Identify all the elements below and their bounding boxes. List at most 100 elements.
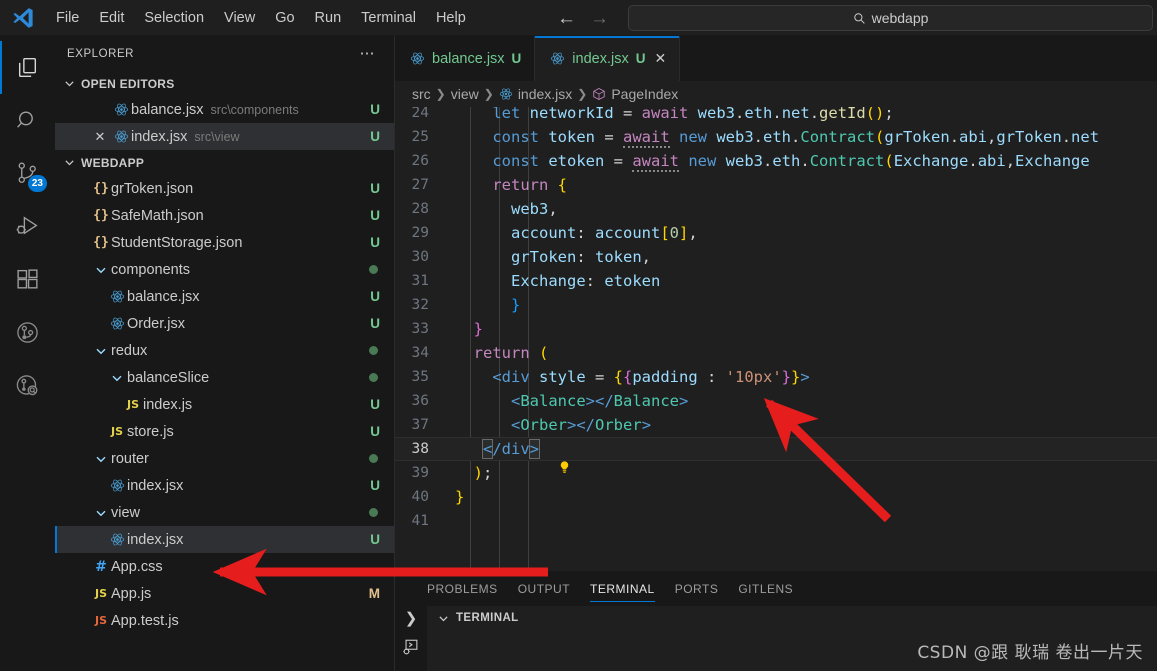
menu-file[interactable]: File	[46, 6, 89, 30]
open-editor-index-jsx[interactable]: ✕ index.jsx src\view U	[55, 123, 394, 150]
code-line: 35 <div style = {{padding : '10px'}}>	[395, 365, 1157, 389]
breadcrumb-item-index-jsx[interactable]: index.jsx	[499, 86, 572, 102]
folder-change-dot	[369, 454, 378, 463]
workbench-body: 23 EXPLORER ⋯ OPEN EDITORS balance.jsx s…	[0, 36, 1157, 671]
line-number: 27	[411, 177, 429, 193]
tree-file-index-jsx[interactable]: index.jsx U	[55, 472, 394, 499]
code-editor[interactable]: 24 let networkId = await web3.eth.net.ge…	[395, 107, 1157, 571]
breadcrumb: src ❯ view ❯ index.jsx ❯ PageIndex	[395, 81, 1157, 107]
code-line-text: }	[455, 488, 465, 506]
tree-item-label: router	[111, 450, 149, 467]
tree-item-label: redux	[111, 342, 148, 359]
git-status-badge: U	[370, 532, 380, 547]
react-icon	[107, 532, 127, 547]
tree-file-safemath-json[interactable]: {} SafeMath.json U	[55, 202, 394, 229]
tree-folder-redux[interactable]: redux	[55, 337, 394, 364]
menu-edit[interactable]: Edit	[89, 6, 134, 30]
code-line: 32 }	[395, 293, 1157, 317]
git-status-badge: U	[370, 316, 380, 331]
lightbulb-icon[interactable]	[445, 442, 569, 473]
tree-file-grtoken-json[interactable]: {} grToken.json U	[55, 175, 394, 202]
extensions-icon	[17, 269, 38, 289]
menu-view[interactable]: View	[214, 6, 265, 30]
tree-file-index-js[interactable]: JS index.js U	[55, 391, 394, 418]
code-line-text: <div style = {{padding : '10px'}}>	[492, 368, 810, 386]
quick-open-search[interactable]: webdapp	[628, 5, 1153, 31]
tree-item-label: balance.jsx	[127, 288, 200, 305]
code-line: 36 <Balance></Balance>	[395, 389, 1157, 413]
code-line-text: );	[455, 464, 493, 482]
tree-item-label: SafeMath.json	[111, 207, 204, 224]
menu-go[interactable]: Go	[265, 6, 304, 30]
open-editors-section-header[interactable]: OPEN EDITORS	[55, 71, 394, 96]
chevron-right-icon[interactable]: ❯	[405, 610, 418, 628]
code-line-text: grToken: token,	[455, 248, 652, 266]
explorer-header: EXPLORER ⋯	[55, 36, 394, 71]
menu-selection[interactable]: Selection	[134, 6, 214, 30]
activity-item-source-control[interactable]: 23	[0, 147, 55, 200]
react-icon	[107, 289, 127, 304]
tree-file-app-js[interactable]: JS App.js M	[55, 580, 394, 607]
breadcrumb-label: view	[450, 86, 479, 102]
code-line-text: account: account[0],	[455, 224, 698, 242]
tree-file-store-js[interactable]: JS store.js U	[55, 418, 394, 445]
code-line: 24 let networkId = await web3.eth.net.ge…	[395, 107, 1157, 125]
panel-tab-gitlens[interactable]: GITLENS	[728, 571, 803, 606]
code-line-text: const etoken = await new web3.eth.Contra…	[455, 152, 1090, 172]
menu-bar[interactable]: File Edit Selection View Go Run Terminal…	[46, 6, 476, 30]
code-line-text: Exchange: etoken	[455, 272, 661, 290]
react-icon	[410, 51, 425, 66]
tree-folder-router[interactable]: router	[55, 445, 394, 472]
back-arrow-icon[interactable]: ←	[557, 9, 576, 28]
panel-tab-terminal[interactable]: TERMINAL	[580, 571, 665, 606]
tree-folder-view[interactable]: view	[55, 499, 394, 526]
gitlens-icon	[17, 322, 38, 343]
menu-terminal[interactable]: Terminal	[351, 6, 426, 30]
panel-tab-output[interactable]: OUTPUT	[508, 571, 580, 606]
code-line: 29 account: account[0],	[395, 221, 1157, 245]
activity-item-gitlens[interactable]	[0, 306, 55, 359]
tab-balance-jsx[interactable]: balance.jsx U	[395, 36, 536, 81]
line-number: 33	[411, 321, 429, 337]
tree-folder-components[interactable]: components	[55, 256, 394, 283]
tab-index-jsx[interactable]: index.jsx U ✕	[535, 36, 681, 81]
menu-help[interactable]: Help	[426, 6, 476, 30]
activity-item-run-and-debug[interactable]	[0, 200, 55, 253]
explorer-more-actions-icon[interactable]: ⋯	[360, 46, 377, 61]
activity-item-extensions[interactable]	[0, 253, 55, 306]
code-line: 28 web3,	[395, 197, 1157, 221]
forward-arrow-icon[interactable]: →	[590, 9, 609, 28]
tree-folder-balanceslice[interactable]: balanceSlice	[55, 364, 394, 391]
open-editor-balance-jsx[interactable]: balance.jsx src\components U	[55, 96, 394, 123]
activity-item-explorer[interactable]	[0, 41, 55, 94]
tree-file-balance-jsx[interactable]: balance.jsx U	[55, 283, 394, 310]
breadcrumb-item-src[interactable]: src	[412, 86, 431, 102]
activity-item-search[interactable]	[0, 94, 55, 147]
activity-item-gitlens-inspect[interactable]	[0, 359, 55, 412]
editor-tabs: balance.jsx U index.jsx U ✕	[395, 36, 1157, 81]
chevron-down-icon	[91, 453, 111, 465]
panel-tab-problems[interactable]: PROBLEMS	[417, 571, 508, 606]
workspace-section-header[interactable]: WEBDAPP	[55, 150, 394, 175]
tree-file-order-jsx[interactable]: Order.jsx U	[55, 310, 394, 337]
close-icon[interactable]: ✕	[89, 129, 111, 145]
tree-file-app-css[interactable]: # App.css	[55, 553, 394, 580]
tree-file-app-test-js[interactable]: JS App.test.js	[55, 607, 394, 634]
line-number: 26	[411, 153, 429, 169]
line-number: 41	[411, 513, 429, 529]
breadcrumb-item-pageindex[interactable]: PageIndex	[592, 86, 678, 102]
breadcrumb-item-view[interactable]: view	[451, 86, 479, 102]
panel-tab-ports[interactable]: PORTS	[665, 571, 729, 606]
tree-item-label: store.js	[127, 423, 174, 440]
tree-file-index-jsx[interactable]: index.jsx U	[55, 526, 394, 553]
terminal-group-header[interactable]: TERMINAL	[427, 606, 1157, 630]
new-terminal-icon[interactable]	[402, 638, 420, 656]
tree-file-studentstorage-json[interactable]: {} StudentStorage.json U	[55, 229, 394, 256]
tab-close-icon[interactable]: ✕	[654, 50, 666, 67]
code-line-text: }	[455, 320, 483, 338]
code-line: 41	[395, 509, 1157, 533]
tree-item-label: App.js	[111, 585, 152, 602]
navigation-arrows[interactable]: ← →	[557, 0, 609, 36]
line-number: 32	[411, 297, 429, 313]
menu-run[interactable]: Run	[305, 6, 352, 30]
